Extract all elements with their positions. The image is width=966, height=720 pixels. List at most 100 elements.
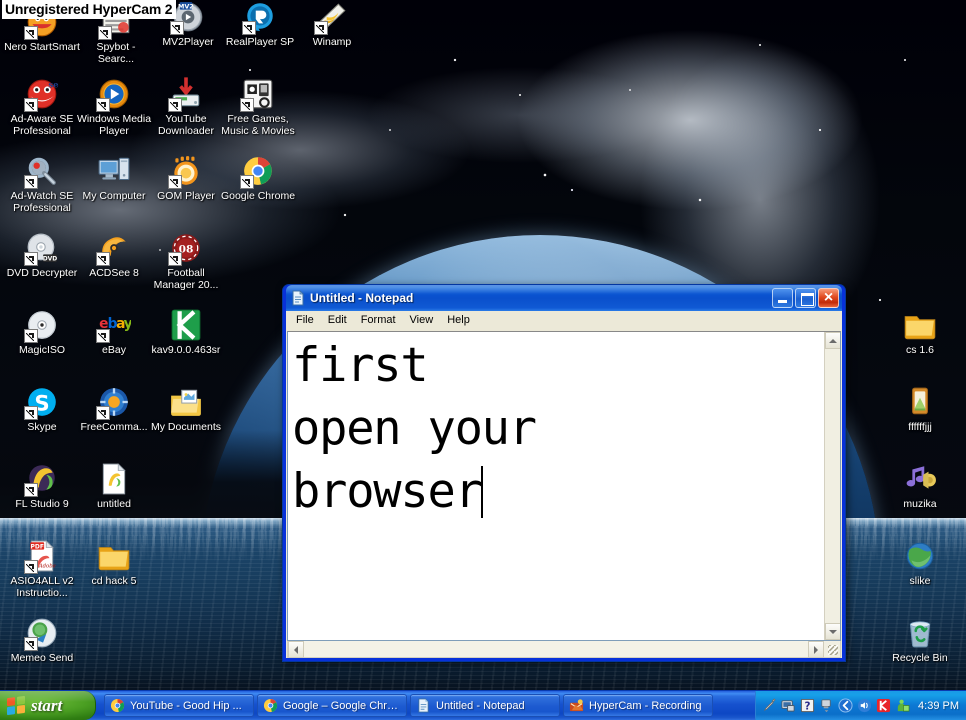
recycle-bin-icon xyxy=(903,616,937,650)
realplayer-icon xyxy=(243,0,277,34)
desktop-icon-dvd-decrypter[interactable]: DVD DVD Decrypter xyxy=(4,231,80,280)
notepad-edit-area[interactable]: first open your browser xyxy=(287,331,841,641)
vertical-scrollbar[interactable] xyxy=(824,332,840,640)
resize-grip[interactable] xyxy=(824,641,840,657)
notepad-body: File Edit Format View Help first open yo… xyxy=(286,311,842,658)
start-button[interactable]: start xyxy=(0,691,96,720)
desktop-icon-cs-1-6[interactable]: cs 1.6 xyxy=(882,308,958,357)
desktop-icon-google-chrome[interactable]: Google Chrome xyxy=(220,154,296,203)
desktop-icon-label: Recycle Bin xyxy=(892,652,948,664)
menu-file[interactable]: File xyxy=(289,312,321,329)
svg-text:08: 08 xyxy=(179,242,194,255)
horizontal-scrollbar[interactable] xyxy=(287,641,841,658)
horizontal-scroll-track[interactable] xyxy=(304,641,808,657)
taskbar-button-untitled-notepad[interactable]: Untitled - Notepad xyxy=(410,694,560,717)
minimize-button[interactable] xyxy=(772,288,793,308)
desktop-icon-label: My Computer xyxy=(82,190,146,202)
fl-studio-icon xyxy=(25,462,59,496)
show-hidden-icons-icon[interactable] xyxy=(838,698,853,713)
magiciso-icon xyxy=(25,308,59,342)
desktop-icon-windows-media-player[interactable]: Windows Media Player xyxy=(76,77,152,137)
antivirus-icon[interactable] xyxy=(895,698,910,713)
memeo-send-icon xyxy=(25,616,59,650)
chrome-icon xyxy=(263,698,278,713)
desktop-icon-untitled[interactable]: untitled xyxy=(76,462,152,511)
desktop-icon-ffffffjjj[interactable]: ffffffjjj xyxy=(882,385,958,434)
music-folder-icon xyxy=(903,462,937,496)
hypercam-watermark: Unregistered HyperCam 2 xyxy=(2,0,177,19)
desktop-icon-my-documents[interactable]: My Documents xyxy=(148,385,224,434)
desktop-icon-label: Nero StartSmart xyxy=(4,41,80,53)
desktop-icon-free-games-music-movies[interactable]: Free Games, Music & Movies xyxy=(220,77,296,137)
desktop-icon-asio4all-v2-instructio[interactable]: PDF Adobe ASIO4ALL v2 Instructio... xyxy=(4,539,80,599)
desktop-icon-label: eBay xyxy=(102,344,126,356)
desktop-icon-ad-watch-se-professional[interactable]: Ad-Watch SE Professional xyxy=(4,154,80,214)
desktop-icon-football-manager-20[interactable]: 08 Football Manager 20... xyxy=(148,231,224,291)
desktop-icon-label: YouTube Downloader xyxy=(157,113,215,137)
clock[interactable]: 4:39 PM xyxy=(918,700,959,712)
help-icon[interactable]: ? xyxy=(800,698,815,713)
desktop-icon-winamp[interactable]: Winamp xyxy=(294,0,370,49)
desktop-icon-kav9-0-0-463sr[interactable]: kav9.0.0.463sr xyxy=(148,308,224,357)
desktop-icon-freecomma[interactable]: FreeComma... xyxy=(76,385,152,434)
svg-text:S: S xyxy=(34,392,49,417)
desktop-icon-skype[interactable]: S Skype xyxy=(4,385,80,434)
desktop-icon-label: DVD Decrypter xyxy=(6,267,78,279)
desktop-icon-my-computer[interactable]: My Computer xyxy=(76,154,152,203)
maximize-button[interactable] xyxy=(795,288,816,308)
hypercam-icon xyxy=(569,698,584,713)
desktop-icon-recycle-bin[interactable]: Recycle Bin xyxy=(882,616,958,665)
notepad-text[interactable]: first open your browser xyxy=(288,332,824,640)
pen-icon[interactable] xyxy=(762,698,777,713)
desktop-icon-label: slike xyxy=(909,575,931,587)
close-button[interactable] xyxy=(818,288,839,308)
notepad-window[interactable]: Untitled - Notepad File Edit Format View… xyxy=(282,284,846,662)
svg-text:Adobe: Adobe xyxy=(38,564,56,570)
scroll-up-button[interactable] xyxy=(825,332,840,349)
scroll-right-button[interactable] xyxy=(808,641,824,658)
desktop-screen: Unregistered HyperCam 2 Nero StartSmart S… xyxy=(0,0,966,720)
scroll-left-button[interactable] xyxy=(288,641,304,658)
desktop-icon-cd-hack-5[interactable]: cd hack 5 xyxy=(76,539,152,588)
system-tray: ? 4:39 PM xyxy=(755,691,966,720)
notepad-window-title: Untitled - Notepad xyxy=(310,291,414,305)
desktop-icon-label: ASIO4ALL v2 Instructio... xyxy=(10,575,74,599)
desktop-icon-magiciso[interactable]: MagicISO xyxy=(4,308,80,357)
desktop-icon-label: RealPlayer SP xyxy=(225,36,295,48)
svg-text:se: se xyxy=(48,81,59,91)
desktop-icon-slike[interactable]: slike xyxy=(882,539,958,588)
menu-help[interactable]: Help xyxy=(440,312,477,329)
scroll-down-button[interactable] xyxy=(825,623,840,640)
desktop-icon-muzika[interactable]: muzika xyxy=(882,462,958,511)
unknown-icon[interactable] xyxy=(819,698,834,713)
desktop-icon-fl-studio-9[interactable]: FL Studio 9 xyxy=(4,462,80,511)
desktop-icon-label: GOM Player xyxy=(157,190,215,202)
menu-format[interactable]: Format xyxy=(354,312,403,329)
window-controls xyxy=(772,288,840,308)
my-documents-icon xyxy=(169,385,203,419)
volume-icon[interactable] xyxy=(857,698,872,713)
desktop-icon-realplayer-sp[interactable]: RealPlayer SP xyxy=(222,0,298,49)
taskbar-button-youtube-good-hip[interactable]: YouTube - Good Hip ... xyxy=(104,694,254,717)
desktop-icon-memeo-send[interactable]: Memeo Send xyxy=(4,616,80,665)
desktop-icon-ad-aware-se-professional[interactable]: se Ad-Aware SE Professional xyxy=(4,77,80,137)
ebay-icon: ebay xyxy=(97,308,133,342)
desktop-icon-gom-player[interactable]: GOM Player xyxy=(148,154,224,203)
desktop-icon-label: MagicISO xyxy=(18,344,66,356)
desktop-icon-label: untitled xyxy=(97,498,131,510)
notepad-titlebar[interactable]: Untitled - Notepad xyxy=(286,285,842,311)
kaspersky-icon[interactable] xyxy=(876,698,891,713)
menu-view[interactable]: View xyxy=(403,312,441,329)
network-icon[interactable] xyxy=(781,698,796,713)
desktop-icon-label: MV2Player xyxy=(162,36,214,48)
desktop-icon-ebay[interactable]: ebay eBay xyxy=(76,308,152,357)
taskbar-button-label: Untitled - Notepad xyxy=(436,699,525,712)
desktop-icon-acdsee-8[interactable]: ACDSee 8 xyxy=(76,231,152,280)
taskbar-button-label: YouTube - Good Hip ... xyxy=(130,699,242,712)
menu-edit[interactable]: Edit xyxy=(321,312,354,329)
taskbar-button-hypercam-recording[interactable]: HyperCam - Recording xyxy=(563,694,713,717)
desktop-icon-label: Ad-Watch SE Professional xyxy=(10,190,74,214)
taskbar-button-google-google-chro[interactable]: Google – Google Chro... xyxy=(257,694,407,717)
svg-text:MV2: MV2 xyxy=(178,3,194,11)
desktop-icon-youtube-downloader[interactable]: YouTube Downloader xyxy=(148,77,224,137)
